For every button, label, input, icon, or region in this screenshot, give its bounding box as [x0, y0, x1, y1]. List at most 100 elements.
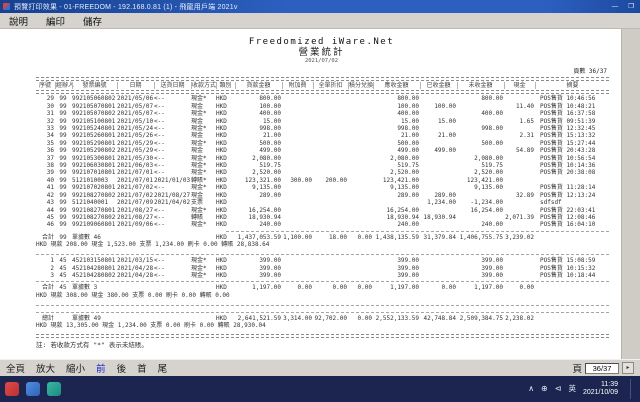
- table-cell: 123,321.00: [235, 177, 281, 184]
- table-cell: 貨款金額: [235, 82, 281, 89]
- table-cell: 應收金額: [373, 82, 419, 89]
- table-cell: [313, 214, 347, 221]
- table-cell: [282, 265, 312, 272]
- maximize-button[interactable]: ❐: [625, 2, 637, 12]
- table-cell: 現金*: [191, 110, 215, 117]
- table-cell: [348, 257, 372, 264]
- taskbar-clock[interactable]: 11:39 2021/10/09: [583, 381, 618, 398]
- separator: [36, 305, 609, 306]
- page-box: 頁 ▸: [572, 361, 634, 375]
- table-cell: 2021/05/06: [117, 95, 153, 102]
- volume-icon[interactable]: ⊲: [555, 376, 562, 402]
- table-cell: 2021/03/15: [117, 257, 153, 264]
- table-cell: 37: [36, 155, 54, 162]
- table-cell: 18,930.94: [420, 214, 456, 221]
- table-row: 35999921052908012021/05/29<--現金*HKD500.0…: [36, 140, 609, 147]
- table-cell: 經辦人: [55, 82, 71, 89]
- minimize-button[interactable]: —: [609, 2, 621, 12]
- table-cell: 399.00: [235, 257, 281, 264]
- table-cell: POS售貨 10:46:56: [535, 95, 609, 102]
- table-cell: 99: [55, 103, 71, 110]
- table-cell: [117, 234, 153, 241]
- table-cell: [348, 140, 372, 147]
- table-cell: 35: [36, 140, 54, 147]
- table-cell: <--: [154, 125, 190, 132]
- separator: [36, 90, 609, 94]
- table-cell: <--: [154, 257, 190, 264]
- next-page-button[interactable]: 後: [117, 361, 127, 375]
- table-header-row: 序號經辦人發票編號日期送貨日期收款方式類別貨款金額附加費全單折扣積分兌換應收金額…: [36, 82, 609, 89]
- first-page-button[interactable]: 首: [137, 361, 147, 375]
- table-cell: 992107010801: [72, 169, 116, 176]
- last-page-button[interactable]: 尾: [158, 361, 168, 375]
- hidden-icons-icon[interactable]: ∧: [528, 376, 534, 402]
- table-cell: 發票編號: [72, 82, 116, 89]
- table-cell: 240.00: [373, 221, 419, 228]
- table-cell: [504, 177, 534, 184]
- table-cell: HKD: [216, 184, 234, 191]
- spacer: [36, 330, 609, 333]
- table-cell: 2021/07/01: [117, 177, 153, 184]
- table-cell: POS售貨 10:18:44: [535, 272, 609, 279]
- page-number-input[interactable]: [585, 363, 619, 374]
- menu-save[interactable]: 儲存: [74, 14, 111, 28]
- table-cell: [282, 199, 312, 206]
- table-cell: 99: [55, 125, 71, 132]
- table-cell: 2021/08/27: [154, 192, 190, 199]
- table-cell: HKD: [216, 118, 234, 125]
- table-cell: 998.00: [457, 125, 503, 132]
- table-cell: <--: [154, 103, 190, 110]
- table-cell: 2,071.39: [504, 214, 534, 221]
- zoom-in-button[interactable]: 放大: [36, 361, 55, 375]
- menu-print[interactable]: 編印: [37, 14, 74, 28]
- report-page-number: 頁數 36/37: [36, 68, 607, 76]
- table-cell: 現金: [191, 192, 215, 199]
- zoom-out-button[interactable]: 縮小: [66, 361, 85, 375]
- table-cell: [504, 155, 534, 162]
- table-cell: [282, 103, 312, 110]
- table-cell: 99: [55, 207, 71, 214]
- menu-help[interactable]: 說明: [0, 14, 37, 28]
- table-row: 1454521031508012021/03/15<--現金*HKD399.00…: [36, 257, 609, 264]
- table-cell: HKD: [216, 95, 234, 102]
- table-cell: [313, 221, 347, 228]
- table-cell: 519.75: [235, 162, 281, 169]
- network-icon[interactable]: ⊕: [541, 376, 548, 402]
- table-cell: 452103150801: [72, 257, 116, 264]
- page-go-button[interactable]: ▸: [622, 362, 634, 374]
- table-cell: POS售貨 11:28:14: [535, 184, 609, 191]
- table-cell: HKD: [216, 199, 234, 206]
- table-cell: [420, 169, 456, 176]
- prev-page-button[interactable]: 前: [96, 361, 106, 375]
- table-cell: 2021/08/27: [117, 207, 153, 214]
- table-cell: POS售貨 15:13:32: [535, 132, 609, 139]
- taskbar-app-icon-1[interactable]: [5, 382, 19, 396]
- table-cell: [348, 265, 372, 272]
- table-cell: [282, 257, 312, 264]
- show-desktop-button[interactable]: [630, 379, 635, 399]
- separator: [36, 254, 609, 255]
- taskbar-app-icon-2[interactable]: [26, 382, 40, 396]
- table-cell: 現金*: [191, 265, 215, 272]
- table-cell: 2021/06/03: [117, 162, 153, 169]
- table-cell: HKD: [216, 103, 234, 110]
- table-cell: 類別: [216, 82, 234, 89]
- table-cell: HKD: [216, 234, 234, 241]
- table-cell: 45: [36, 214, 54, 221]
- table-cell: [420, 110, 456, 117]
- table-cell: 30: [36, 103, 54, 110]
- clock-time: 11:39: [601, 381, 618, 388]
- clock-date: 2021/10/09: [583, 389, 618, 396]
- table-cell: 2,520.00: [373, 169, 419, 176]
- table-cell: 2021/04/02: [154, 199, 190, 206]
- table-row: 34999921052608012021/05/26<--現金HKD21.002…: [36, 132, 609, 139]
- table-cell: [313, 199, 347, 206]
- taskbar-app-icon-3[interactable]: [47, 382, 61, 396]
- page-field-label: 頁: [572, 361, 582, 375]
- ime-indicator[interactable]: 英: [568, 376, 576, 402]
- table-cell: 2021/05/26: [117, 132, 153, 139]
- full-page-button[interactable]: 全頁: [6, 361, 25, 375]
- table-cell: 99: [55, 95, 71, 102]
- table-cell: 15.00: [235, 118, 281, 125]
- table-cell: POS售貨 15:08:59: [535, 257, 609, 264]
